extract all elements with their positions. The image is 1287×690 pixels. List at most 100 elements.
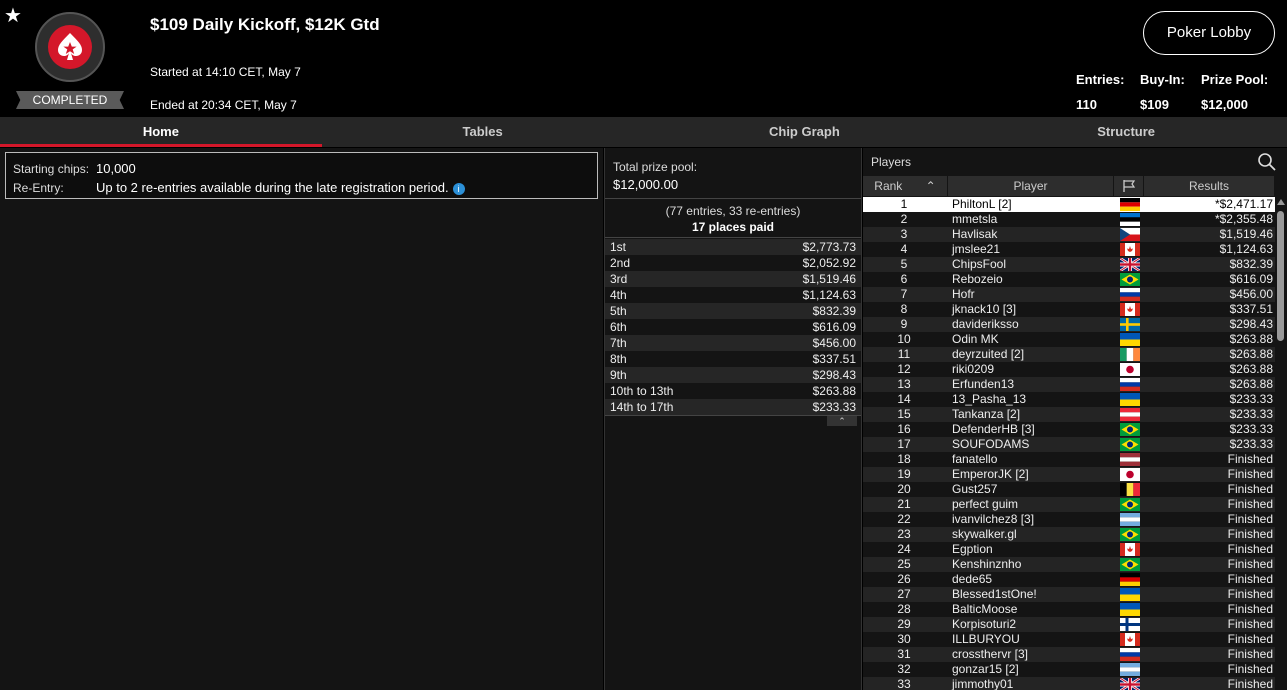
payout-place: 2nd xyxy=(610,256,631,270)
player-result: *$2,471.17 xyxy=(1214,197,1273,211)
player-rank: 9 xyxy=(900,317,908,331)
table-row[interactable]: 16 DefenderHB [3] $233.33 xyxy=(863,422,1275,437)
player-result: Finished xyxy=(1227,542,1273,556)
info-icon[interactable]: i xyxy=(452,182,465,195)
table-row[interactable]: 19 EmperorJK [2] Finished xyxy=(863,467,1275,482)
tab-home[interactable]: Home xyxy=(0,117,322,147)
table-row[interactable]: 9 davideriksso $298.43 xyxy=(863,317,1275,332)
table-row[interactable]: 2 mmetsla *$2,355.48 xyxy=(863,212,1275,227)
rank-header-label: Rank xyxy=(874,179,903,193)
flag-ca-icon xyxy=(1120,633,1140,646)
table-row[interactable]: 15 Tankanza [2] $233.33 xyxy=(863,407,1275,422)
player-result: $298.43 xyxy=(1229,317,1273,331)
pokerstars-logo xyxy=(35,12,105,82)
table-row[interactable]: 13 Erfunden13 $263.88 xyxy=(863,377,1275,392)
table-row[interactable]: 10 Odin MK $263.88 xyxy=(863,332,1275,347)
table-row[interactable]: 30 ILLBURYOU Finished xyxy=(863,632,1275,647)
player-rank: 22 xyxy=(897,512,911,526)
player-name: davideriksso xyxy=(952,317,1019,331)
player-name: Odin MK xyxy=(952,332,999,346)
tab-tables[interactable]: Tables xyxy=(322,117,644,147)
table-row[interactable]: 26 dede65 Finished xyxy=(863,572,1275,587)
flag-ru-icon xyxy=(1120,288,1140,301)
collapse-chevron-icon[interactable]: ⌃ xyxy=(827,416,857,426)
table-row[interactable]: 28 BalticMoose Finished xyxy=(863,602,1275,617)
tab-bar: Home Tables Chip Graph Structure xyxy=(0,117,1287,147)
tab-structure[interactable]: Structure xyxy=(965,117,1287,147)
tournament-title: $109 Daily Kickoff, $12K Gtd xyxy=(150,15,380,34)
flag-br-icon xyxy=(1120,498,1140,511)
table-row[interactable]: 18 fanatello Finished xyxy=(863,452,1275,467)
entries-summary: (77 entries, 33 re-entries) xyxy=(665,204,801,218)
favorite-star-icon[interactable]: ★ xyxy=(4,3,22,28)
flag-ar-icon xyxy=(1120,663,1140,676)
table-row[interactable]: 8 jknack10 [3] $337.51 xyxy=(863,302,1275,317)
reentry-value-wrap: Up to 2 re-entries available during the … xyxy=(96,180,465,195)
table-row[interactable]: 32 gonzar15 [2] Finished xyxy=(863,662,1275,677)
payout-row: 7th $456.00 xyxy=(605,335,861,351)
country-column-header[interactable] xyxy=(1114,176,1144,196)
reentry-label: Re-Entry: xyxy=(13,181,64,195)
player-rank: 16 xyxy=(897,422,911,436)
table-row[interactable]: 5 ChipsFool $832.39 xyxy=(863,256,1275,273)
scrollbar[interactable] xyxy=(1275,197,1287,690)
table-row[interactable]: 14 13_Pasha_13 $233.33 xyxy=(863,392,1275,407)
payout-amount: $832.39 xyxy=(812,304,856,318)
player-name: PhiltonL [2] xyxy=(952,197,1012,211)
player-name: skywalker.gl xyxy=(952,527,1017,541)
results-column-header[interactable]: Results xyxy=(1144,176,1275,196)
player-column-header[interactable]: Player xyxy=(948,176,1114,196)
table-row[interactable]: 12 riki0209 $263.88 xyxy=(863,362,1275,377)
starting-chips-label: Starting chips: xyxy=(13,162,90,176)
table-row[interactable]: 3 Havlisak $1,519.46 xyxy=(863,227,1275,242)
poker-lobby-button[interactable]: Poker Lobby xyxy=(1143,11,1275,55)
flag-ua-icon xyxy=(1120,603,1140,616)
table-row[interactable]: 24 Egption Finished xyxy=(863,542,1275,557)
table-row[interactable]: 6 Rebozeio $616.09 xyxy=(863,272,1275,287)
payout-row: 10th to 13th $263.88 xyxy=(605,383,861,399)
table-row[interactable]: 7 Hofr $456.00 xyxy=(863,287,1275,302)
payout-amount: $456.00 xyxy=(812,336,856,350)
player-result: $233.33 xyxy=(1229,422,1273,436)
tab-chip-graph[interactable]: Chip Graph xyxy=(644,117,966,147)
entries-value: 110 xyxy=(1076,97,1097,112)
search-icon[interactable] xyxy=(1257,152,1277,172)
table-row[interactable]: 25 Kenshinznho Finished xyxy=(863,557,1275,572)
divider xyxy=(605,237,861,238)
start-time: Started at 14:10 CET, May 7 xyxy=(150,65,301,79)
player-name: fanatello xyxy=(952,452,998,466)
player-rank: 29 xyxy=(897,617,911,631)
scroll-up-icon[interactable] xyxy=(1277,199,1285,205)
table-row[interactable]: 20 Gust257 Finished xyxy=(863,482,1275,497)
table-row[interactable]: 22 ivanvilchez8 [3] Finished xyxy=(863,512,1275,527)
table-row[interactable]: 4 jmslee21 $1,124.63 xyxy=(863,242,1275,257)
player-rank: 20 xyxy=(897,482,911,496)
table-row[interactable]: 29 Korpisoturi2 Finished xyxy=(863,617,1275,632)
home-info-panel: Starting chips: 10,000 Re-Entry: Up to 2… xyxy=(0,148,603,690)
player-name: Gust257 xyxy=(952,482,998,496)
payout-list: 1st $2,773.73 2nd $2,052.92 3rd $1,519.46 4th $… xyxy=(605,239,861,415)
reentry-value: Up to 2 re-entries available during the … xyxy=(96,180,449,195)
table-row[interactable]: 1 PhiltonL [2] *$2,471.17 xyxy=(863,197,1275,212)
player-name: perfect guim xyxy=(952,497,1019,511)
table-row[interactable]: 11 deyrzuited [2] $263.88 xyxy=(863,347,1275,362)
player-name: EmperorJK [2] xyxy=(952,467,1029,481)
player-name: jimmothy01 xyxy=(952,677,1014,690)
flag-de-icon xyxy=(1120,573,1140,586)
player-rank: 5 xyxy=(900,257,908,271)
table-row[interactable]: 33 jimmothy01 Finished xyxy=(863,676,1275,690)
player-result: $233.33 xyxy=(1229,407,1273,421)
table-row[interactable]: 17 SOUFODAMS $233.33 xyxy=(863,437,1275,452)
player-name: Hofr xyxy=(952,287,975,301)
rank-column-header[interactable]: Rank ⌃ xyxy=(863,176,948,196)
player-result: $233.33 xyxy=(1229,392,1273,406)
player-result: Finished xyxy=(1227,512,1273,526)
payout-amount: $616.09 xyxy=(812,320,856,334)
table-row[interactable]: 23 skywalker.gl Finished xyxy=(863,527,1275,542)
table-row[interactable]: 27 Blessed1stOne! Finished xyxy=(863,587,1275,602)
sort-ascending-icon: ⌃ xyxy=(925,179,936,193)
table-row[interactable]: 21 perfect guim Finished xyxy=(863,497,1275,512)
player-name: Korpisoturi2 xyxy=(952,617,1017,631)
table-row[interactable]: 31 crossthervr [3] Finished xyxy=(863,647,1275,662)
scrollbar-thumb[interactable] xyxy=(1277,211,1284,341)
